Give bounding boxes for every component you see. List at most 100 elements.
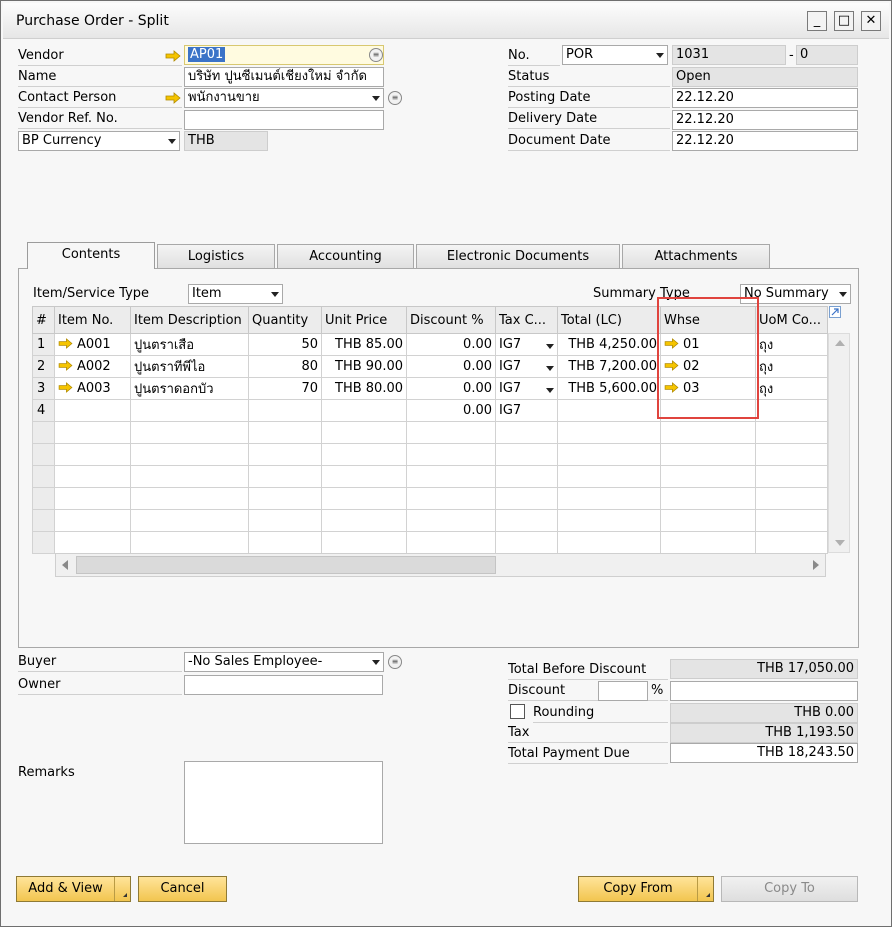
table-cell-uom[interactable]: ถุง xyxy=(755,333,828,356)
table-cell-item[interactable]: A003 xyxy=(54,377,131,400)
table-cell-item[interactable] xyxy=(54,443,131,466)
table-cell-tax[interactable] xyxy=(495,465,558,488)
split-arrow-icon[interactable] xyxy=(114,877,130,901)
table-cell-tax[interactable] xyxy=(495,531,558,554)
table-cell-item[interactable] xyxy=(54,421,131,444)
table-cell-tax[interactable] xyxy=(495,487,558,510)
table-cell-price[interactable] xyxy=(321,443,407,466)
table-cell-disc[interactable] xyxy=(406,531,496,554)
table-cell-disc[interactable] xyxy=(406,487,496,510)
currency-type-select[interactable]: BP Currency xyxy=(18,131,180,151)
posting-date-field[interactable]: 22.12.20 xyxy=(672,88,858,108)
table-cell-price[interactable] xyxy=(321,421,407,444)
tab-attachments[interactable]: Attachments xyxy=(622,244,770,268)
table-cell-desc[interactable]: ปูนตราเสือ xyxy=(130,333,249,356)
table-cell-whse[interactable] xyxy=(660,487,756,510)
table-cell-uom[interactable]: ถุง xyxy=(755,377,828,400)
delivery-date-field[interactable]: 22.12.20 xyxy=(672,110,858,130)
table-cell-item[interactable] xyxy=(54,465,131,488)
scroll-right-icon[interactable] xyxy=(813,560,819,570)
table-cell-item[interactable] xyxy=(54,487,131,510)
table-cell-qty[interactable] xyxy=(248,531,322,554)
table-cell-uom[interactable] xyxy=(755,399,828,422)
expand-icon[interactable] xyxy=(829,306,841,318)
table-cell-uom[interactable]: ถุง xyxy=(755,355,828,378)
table-cell-item[interactable] xyxy=(54,531,131,554)
table-row[interactable] xyxy=(32,465,828,488)
link-arrow-icon[interactable] xyxy=(165,92,181,104)
column-header[interactable]: # xyxy=(32,306,55,334)
vendor-field[interactable]: AP01 xyxy=(184,45,384,65)
table-row[interactable] xyxy=(32,421,828,444)
table-cell-price[interactable]: THB 80.00 xyxy=(321,377,407,400)
remarks-textarea[interactable] xyxy=(184,761,383,844)
table-cell-desc[interactable] xyxy=(130,531,249,554)
close-button[interactable]: ✕ xyxy=(861,11,881,31)
table-cell-whse[interactable] xyxy=(660,443,756,466)
horizontal-scrollbar[interactable] xyxy=(55,553,826,577)
copy-from-button[interactable]: Copy From xyxy=(578,876,714,902)
link-arrow-icon[interactable] xyxy=(165,50,181,62)
column-header[interactable]: Item Description xyxy=(130,306,249,334)
scroll-down-icon[interactable] xyxy=(835,540,845,546)
column-header[interactable]: Quantity xyxy=(248,306,322,334)
table-cell-qty[interactable] xyxy=(248,509,322,532)
table-cell-uom[interactable] xyxy=(755,531,828,554)
cancel-button[interactable]: Cancel xyxy=(138,876,227,902)
table-row[interactable] xyxy=(32,509,828,532)
table-cell-disc[interactable]: 0.00 xyxy=(406,333,496,356)
table-cell-price[interactable] xyxy=(321,509,407,532)
document-date-field[interactable]: 22.12.20 xyxy=(672,131,858,151)
table-cell-uom[interactable] xyxy=(755,443,828,466)
table-cell-qty[interactable] xyxy=(248,421,322,444)
column-header[interactable]: UoM Co... xyxy=(755,306,828,334)
table-cell-qty[interactable] xyxy=(248,487,322,510)
table-cell-disc[interactable] xyxy=(406,443,496,466)
table-cell-total[interactable] xyxy=(557,487,661,510)
table-cell-tax[interactable]: IG7 xyxy=(495,399,558,422)
vendor-ref-field[interactable] xyxy=(184,110,384,130)
table-cell-price[interactable] xyxy=(321,531,407,554)
table-cell-item[interactable] xyxy=(54,399,131,422)
table-cell-whse[interactable] xyxy=(660,465,756,488)
table-cell-qty[interactable]: 70 xyxy=(248,377,322,400)
list-icon[interactable]: ≡ xyxy=(388,91,402,105)
table-row[interactable] xyxy=(32,443,828,466)
table-cell-total[interactable]: THB 4,250.00 xyxy=(557,333,661,356)
vertical-scrollbar[interactable] xyxy=(828,333,850,553)
table-cell-disc[interactable]: 0.00 xyxy=(406,355,496,378)
table-cell-desc[interactable] xyxy=(130,487,249,510)
table-cell-item[interactable] xyxy=(54,509,131,532)
owner-field[interactable] xyxy=(184,675,383,695)
table-cell-qty[interactable]: 50 xyxy=(248,333,322,356)
tab-accounting[interactable]: Accounting xyxy=(277,244,414,268)
tab-contents[interactable]: Contents xyxy=(27,242,155,269)
table-cell-uom[interactable] xyxy=(755,421,828,444)
list-icon[interactable]: ≡ xyxy=(388,655,402,669)
table-cell-desc[interactable] xyxy=(130,443,249,466)
name-field[interactable]: บริษัท ปูนซีเมนต์เชียงใหม่ จำกัด xyxy=(184,67,384,87)
table-cell-uom[interactable] xyxy=(755,509,828,532)
scroll-up-icon[interactable] xyxy=(835,340,845,346)
discount-percent-field[interactable] xyxy=(598,681,648,701)
column-header[interactable]: Item No. xyxy=(54,306,131,334)
maximize-button[interactable]: □ xyxy=(834,11,854,31)
add-view-button[interactable]: Add & View xyxy=(16,876,131,902)
table-cell-desc[interactable] xyxy=(130,399,249,422)
table-cell-tax[interactable]: IG7 xyxy=(495,355,558,378)
buyer-select[interactable]: -No Sales Employee- xyxy=(184,652,384,672)
table-cell-price[interactable]: THB 90.00 xyxy=(321,355,407,378)
table-cell-total[interactable] xyxy=(557,399,661,422)
column-header[interactable]: Total (LC) xyxy=(557,306,661,334)
table-cell-desc[interactable] xyxy=(130,465,249,488)
table-cell-tax[interactable]: IG7 xyxy=(495,377,558,400)
table-cell-desc[interactable]: ปูนตราทีพีไอ xyxy=(130,355,249,378)
table-cell-price[interactable] xyxy=(321,399,407,422)
table-cell-whse[interactable] xyxy=(660,421,756,444)
table-cell-disc[interactable]: 0.00 xyxy=(406,377,496,400)
table-cell-total[interactable] xyxy=(557,465,661,488)
table-cell-total[interactable]: THB 7,200.00 xyxy=(557,355,661,378)
split-arrow-icon[interactable] xyxy=(697,877,713,901)
discount-amount-field[interactable] xyxy=(670,681,858,701)
table-cell-uom[interactable] xyxy=(755,465,828,488)
